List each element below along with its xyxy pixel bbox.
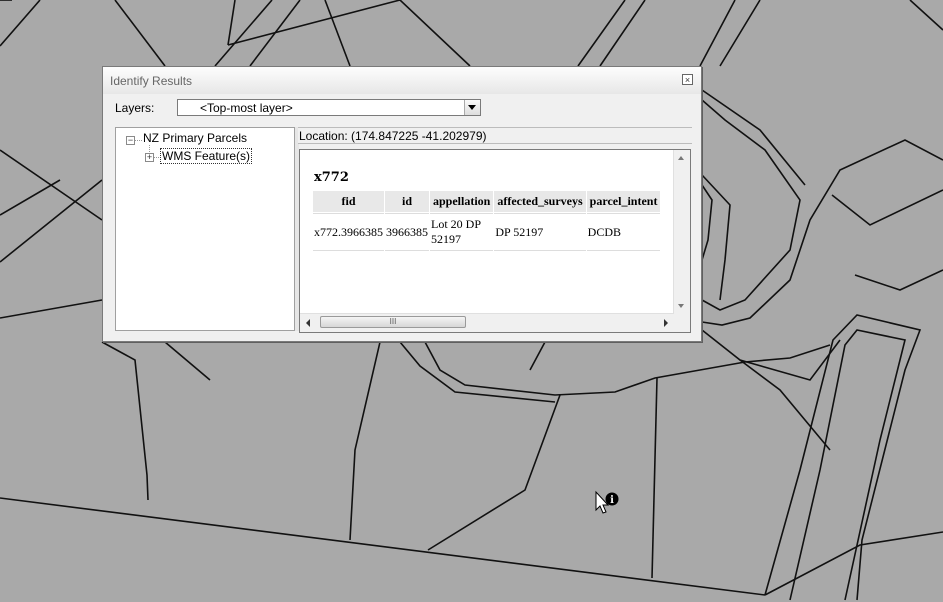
column-header: parcel_intent xyxy=(586,191,661,212)
info-icon: i xyxy=(610,495,614,506)
parcel-boundary xyxy=(101,341,149,501)
feature-details-pane[interactable]: x772 fid id appellation affected_surveys… xyxy=(299,149,691,333)
column-header: appellation xyxy=(430,191,494,212)
parcel-boundary xyxy=(114,0,166,67)
parcel-boundary xyxy=(764,531,943,596)
parcel-boundary xyxy=(701,184,713,261)
parcel-boundary xyxy=(227,0,236,46)
location-bar: Location: (174.847225 -41.202979) xyxy=(298,127,692,144)
parcel-boundary xyxy=(427,394,561,551)
dialog-title: Identify Results xyxy=(110,74,193,88)
horizontal-scrollbar[interactable]: III xyxy=(300,313,674,332)
parcel-boundary xyxy=(164,341,211,381)
scrollbar-thumb[interactable]: III xyxy=(320,316,466,328)
parcel-boundary xyxy=(909,0,943,31)
parcel-boundary xyxy=(249,0,301,67)
layers-label: Layers: xyxy=(115,101,155,115)
parcel-boundary xyxy=(577,0,646,67)
parcel-boundary xyxy=(701,139,943,326)
cut-off-column-text: F xyxy=(690,216,691,228)
table-cell: x772.3966385 xyxy=(313,213,384,251)
results-tree[interactable]: − NZ Primary Parcels + WMS Feature(s) xyxy=(115,127,295,331)
parcel-boundary xyxy=(324,0,351,67)
tree-item-nz-primary-parcels[interactable]: NZ Primary Parcels xyxy=(143,131,247,145)
scroll-corner xyxy=(674,314,690,332)
table-cell: Lot 20 DP 52197 xyxy=(430,213,494,251)
parcel-boundary xyxy=(651,377,658,579)
table-cell: DP 52197 xyxy=(494,213,586,251)
parcel-boundary xyxy=(701,174,731,301)
parcel-boundary xyxy=(0,179,61,216)
parcel-boundary xyxy=(701,99,801,311)
parcel-boundary xyxy=(0,497,766,596)
column-header: fid xyxy=(313,191,384,212)
identify-results-dialog: Identify Results × Layers: <Top-most lay… xyxy=(102,66,702,342)
parcel-boundary xyxy=(831,189,943,226)
table-cell: 3966385 xyxy=(385,213,429,251)
layers-selected-value: <Top-most layer> xyxy=(200,101,293,115)
tree-item-wms-features[interactable]: WMS Feature(s) xyxy=(159,148,253,164)
table-cell: DCDB xyxy=(586,213,661,251)
parcel-boundary xyxy=(701,89,806,186)
scroll-right-icon[interactable] xyxy=(664,319,668,327)
collapse-toggle-icon[interactable]: − xyxy=(126,136,135,145)
parcel-boundary xyxy=(699,0,761,67)
parcel-boundary xyxy=(854,269,943,291)
scroll-left-icon[interactable] xyxy=(306,319,310,327)
identify-cursor-icon: i xyxy=(595,490,619,514)
parcel-boundary xyxy=(529,341,546,371)
expand-toggle-icon[interactable]: + xyxy=(145,153,154,162)
parcel-boundary xyxy=(0,0,41,47)
close-icon[interactable]: × xyxy=(682,74,693,85)
feature-title: x772 xyxy=(314,170,349,185)
parcel-boundary xyxy=(349,341,381,541)
column-header: id xyxy=(385,191,429,212)
attribute-table: fid id appellation affected_surveys parc… xyxy=(312,190,661,252)
location-readout: Location: (174.847225 -41.202979) xyxy=(299,129,487,143)
table-header-row: fid id appellation affected_surveys parc… xyxy=(313,191,661,212)
dropdown-arrow-button[interactable] xyxy=(464,100,480,115)
parcel-boundary xyxy=(0,179,103,263)
parcel-boundary xyxy=(0,299,103,319)
dialog-titlebar[interactable]: Identify Results × xyxy=(103,67,701,94)
scroll-down-icon[interactable] xyxy=(678,304,684,308)
vertical-scrollbar[interactable] xyxy=(673,150,690,314)
parcel-boundary xyxy=(789,329,906,601)
parcel-boundary xyxy=(701,329,841,381)
scroll-up-icon[interactable] xyxy=(678,156,684,160)
layers-dropdown[interactable]: <Top-most layer> xyxy=(177,99,481,116)
column-header: affected_surveys xyxy=(494,191,586,212)
table-row: x772.3966385 3966385 Lot 20 DP 52197 DP … xyxy=(313,213,661,251)
chevron-down-icon xyxy=(468,105,476,110)
parcel-boundary xyxy=(214,0,273,67)
